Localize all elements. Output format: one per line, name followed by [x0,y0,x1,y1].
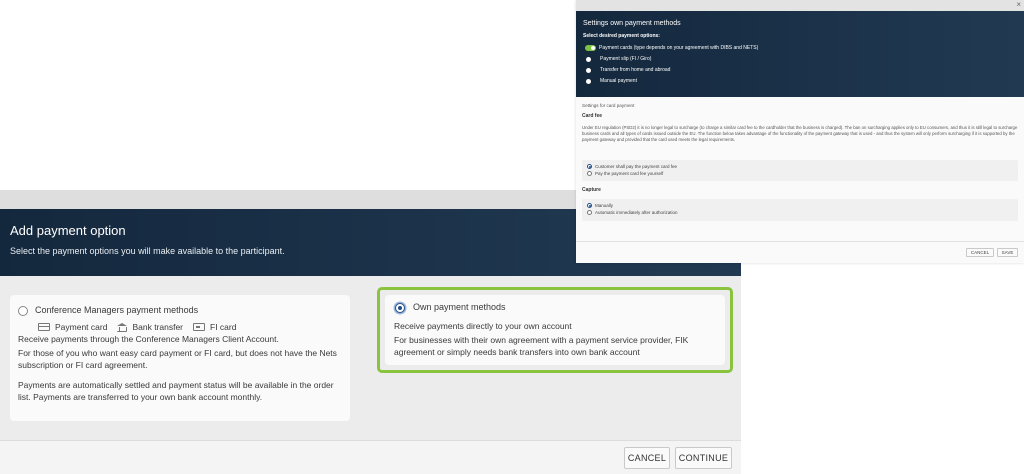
option-label: Manual payment [600,78,637,84]
own-card-lead: Receive payments directly to your own ac… [394,321,572,331]
option-payment-slip[interactable]: Payment slip (FI / Giro) [586,56,651,62]
close-icon[interactable]: × [1016,0,1021,9]
fee-option-label: Pay the payment card fee yourself [595,171,664,176]
continue-button[interactable]: CONTINUE [675,447,732,469]
option-dot-icon[interactable] [586,56,591,62]
fee-option-customer[interactable]: Customer shall pay the payment card fee [587,164,677,169]
cm-payment-methods-card[interactable]: Conference Managers payment methods Paym… [10,295,350,421]
capture-heading: Capture [582,187,601,193]
credit-card-icon [38,323,50,331]
method-label: FI card [210,322,237,332]
settings-cancel-button[interactable]: CANCEL [966,248,994,257]
cm-card-settlement-note: Payments are automatically settled and p… [18,380,334,402]
own-payment-methods-card[interactable]: Own payment methods Receive payments dir… [385,295,725,365]
radio-selected-icon[interactable] [587,164,592,169]
capture-option-label: Automatic immediately after authorizatio… [595,210,678,215]
settings-footer: CANCEL SAVE [576,241,1024,263]
method-payment-card: Payment card [38,322,107,332]
option-label: Payment slip (FI / Giro) [600,56,652,62]
card-fee-heading: Card fee [582,113,603,119]
radio-icon[interactable] [587,210,592,215]
option-label: Transfer from home and abroad [600,67,671,73]
cm-card-title: Conference Managers payment methods [35,305,199,315]
cm-card-description: For those of you who want easy card paym… [18,348,337,370]
settings-title: Settings own payment methods [583,20,681,27]
card-settings-label: Settings for card payment [582,103,635,108]
own-payment-methods-highlight: Own payment methods Receive payments dir… [377,287,733,373]
capture-option-manually[interactable]: Manually [587,203,613,208]
cancel-button[interactable]: CANCEL [624,447,670,469]
capture-option-automatic[interactable]: Automatic immediately after authorizatio… [587,210,678,215]
fi-card-icon [193,323,206,331]
method-label: Bank transfer [132,322,184,332]
option-transfer[interactable]: Transfer from home and abroad [586,67,670,73]
settings-top-strip: × [576,0,1024,11]
capture-option-label: Manually [595,203,614,208]
dialog-footer: CANCEL CONTINUE [0,440,741,474]
fee-option-label: Customer shall pay the payment card fee [595,164,678,169]
radio-selected-icon[interactable] [587,203,592,208]
radio-icon[interactable] [587,171,592,176]
own-payment-methods-radio[interactable] [395,303,405,313]
option-label: Payment cards (type depends on your agre… [599,45,759,51]
option-dot-icon[interactable] [586,78,591,84]
cm-payment-methods-radio[interactable] [18,306,28,316]
method-bank-transfer: Bank transfer [117,322,183,332]
method-label: Payment card [55,322,108,332]
bank-icon [117,322,128,332]
option-manual-payment[interactable]: Manual payment [586,78,637,84]
capture-options: Manually Automatic immediately after aut… [582,199,1018,221]
cm-method-list: Payment card Bank transfer FI card [38,322,236,332]
own-card-title: Own payment methods [413,302,506,312]
settings-own-payment-methods-dialog: × Settings own payment methods Select de… [576,0,1024,263]
option-dot-icon[interactable] [586,67,591,73]
toggle-switch-icon[interactable] [585,45,596,51]
cm-card-lead: Receive payments through the Conference … [18,334,279,344]
fee-option-yourself[interactable]: Pay the payment card fee yourself [587,171,663,176]
card-fee-text: Under EU regulation (PSD2) it is no long… [582,125,1018,142]
settings-header: Settings own payment methods Select desi… [576,11,1024,97]
dialog-body: Conference Managers payment methods Paym… [0,276,741,440]
own-card-description: For businesses with their own agreement … [394,335,689,357]
method-fi-card: FI card [193,322,236,332]
settings-subtitle: Select desired payment options: [583,33,660,39]
option-payment-cards[interactable]: Payment cards (type depends on your agre… [585,45,759,51]
card-fee-options: Customer shall pay the payment card fee … [582,160,1018,181]
settings-save-button[interactable]: SAVE [997,248,1018,257]
